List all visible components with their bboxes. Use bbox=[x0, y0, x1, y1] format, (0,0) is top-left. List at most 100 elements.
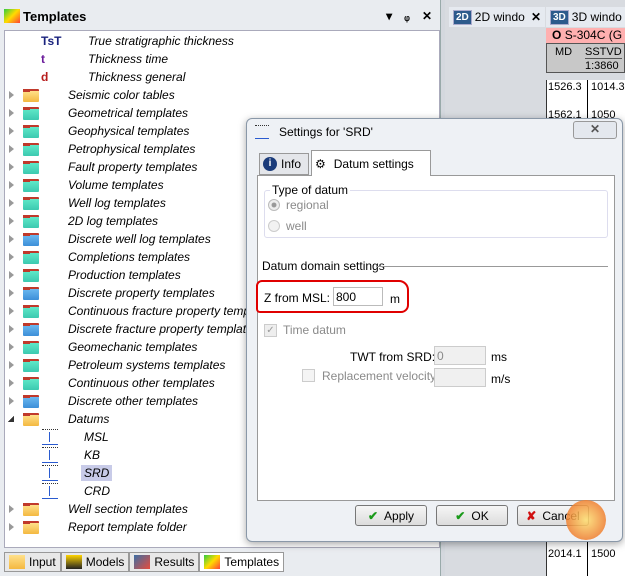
replacement-velocity-checkbox[interactable] bbox=[302, 369, 315, 382]
folder-cyan-icon bbox=[23, 124, 39, 138]
expand-arrow-icon[interactable] bbox=[9, 505, 14, 513]
tree-item-label: Petroleum systems templates bbox=[68, 358, 226, 372]
tree-item-label: Thickness time bbox=[88, 52, 169, 66]
expand-arrow-icon[interactable] bbox=[9, 397, 14, 405]
expand-arrow-icon[interactable] bbox=[9, 379, 14, 387]
datum-icon bbox=[42, 429, 58, 445]
templates-icon bbox=[4, 9, 20, 23]
tree-item-label: Discrete other templates bbox=[68, 394, 199, 408]
folder-cyan-icon bbox=[23, 358, 39, 372]
tree-item-label: Petrophysical templates bbox=[68, 142, 196, 156]
tree-item[interactable]: t Thickness time bbox=[5, 50, 435, 68]
tree-item-label: Production templates bbox=[68, 268, 181, 282]
tab-templates[interactable]: Templates bbox=[199, 552, 285, 572]
tab-results[interactable]: Results bbox=[129, 552, 200, 572]
folder-cyan-icon bbox=[23, 340, 39, 354]
templates-icon bbox=[204, 555, 221, 569]
pin-icon[interactable]: ᵩ bbox=[404, 9, 410, 23]
expand-arrow-icon[interactable] bbox=[9, 271, 14, 279]
dialog-title: Settings for 'SRD' bbox=[279, 125, 373, 139]
close-button[interactable]: ✕ bbox=[573, 121, 617, 139]
tree-item[interactable]: d Thickness general bbox=[5, 68, 435, 86]
folder-cyan-icon bbox=[23, 196, 39, 210]
tree-item[interactable]: Seismic color tables bbox=[5, 86, 435, 104]
expand-arrow-icon[interactable] bbox=[9, 343, 14, 351]
folder-cyan-icon bbox=[23, 214, 39, 228]
tab-models[interactable]: Models bbox=[60, 552, 130, 572]
ok-button[interactable]: ✔ OK bbox=[436, 505, 508, 526]
tree-item-label: Seismic color tables bbox=[68, 88, 175, 102]
tree-item-label: Report template folder bbox=[68, 520, 187, 534]
twt-from-srd-input[interactable] bbox=[434, 346, 486, 365]
divider bbox=[376, 266, 608, 267]
expand-arrow-icon[interactable] bbox=[9, 217, 14, 225]
tree-item-label: KB bbox=[84, 448, 101, 462]
tree-item[interactable]: TsT True stratigraphic thickness bbox=[5, 32, 435, 50]
tree-item-label: Discrete fracture property templates bbox=[68, 322, 259, 336]
expand-arrow-icon[interactable] bbox=[9, 289, 14, 297]
tree-item-label: Well section templates bbox=[68, 502, 188, 516]
folder-cyan-icon bbox=[23, 142, 39, 156]
section-heading: Datum domain settings bbox=[262, 259, 385, 273]
checkmark-icon: ✔ bbox=[455, 508, 466, 523]
dialog-title-bar: Settings for 'SRD' bbox=[255, 125, 373, 139]
tab-3d-window[interactable]: 3D 3D windo bbox=[546, 7, 625, 27]
folder-cyan-icon bbox=[23, 160, 39, 174]
expand-arrow-icon[interactable] bbox=[9, 253, 14, 261]
expand-arrow-icon[interactable] bbox=[9, 325, 14, 333]
folder-cyan-icon bbox=[23, 376, 39, 390]
tree-item-label: 2D log templates bbox=[68, 214, 159, 228]
datum-icon bbox=[42, 447, 58, 463]
tree-item-label: Discrete well log templates bbox=[68, 232, 211, 246]
results-icon bbox=[134, 555, 151, 569]
expand-arrow-icon[interactable] bbox=[9, 127, 14, 135]
expand-arrow-icon[interactable] bbox=[9, 145, 14, 153]
tree-item-label: True stratigraphic thickness bbox=[88, 34, 234, 48]
close-icon[interactable]: ✕ bbox=[422, 9, 432, 23]
tab-datum-settings[interactable]: ⚙ Datum settings bbox=[311, 150, 431, 176]
time-datum-checkbox[interactable]: ✓ Time datum bbox=[264, 323, 346, 337]
folder-yellow-icon bbox=[23, 412, 39, 426]
tree-item-label: Geomechanic templates bbox=[68, 340, 198, 354]
expand-arrow-icon[interactable] bbox=[9, 181, 14, 189]
tree-item-label: Geometrical templates bbox=[68, 106, 189, 120]
tree-item-label: Volume templates bbox=[68, 178, 164, 192]
expand-arrow-icon[interactable] bbox=[9, 361, 14, 369]
replacement-velocity-input[interactable] bbox=[434, 368, 486, 387]
apply-button[interactable]: ✔ Apply bbox=[355, 505, 427, 526]
expand-arrow-icon[interactable] bbox=[8, 416, 14, 422]
tst-icon: TsT bbox=[41, 34, 62, 48]
datum-settings-page: Type of datum regional well Datum domain… bbox=[256, 175, 615, 501]
settings-gear-icon: ⚙ bbox=[315, 156, 326, 171]
expand-arrow-icon[interactable] bbox=[9, 199, 14, 207]
seismic-folder-icon bbox=[23, 88, 39, 102]
expand-arrow-icon[interactable] bbox=[9, 163, 14, 171]
z-from-msl-input[interactable] bbox=[333, 287, 383, 306]
expand-arrow-icon[interactable] bbox=[9, 91, 14, 99]
tree-item-label: CRD bbox=[84, 484, 110, 498]
tab-input[interactable]: Input bbox=[4, 552, 61, 572]
thickness-general-icon: d bbox=[41, 70, 49, 84]
track-header: MD SSTVD 1:3860 bbox=[546, 43, 625, 73]
tree-item-label: Well log templates bbox=[68, 196, 166, 210]
panel-title-bar: Templates ▾ ᵩ ✕ bbox=[4, 4, 438, 28]
expand-arrow-icon[interactable] bbox=[9, 109, 14, 117]
folder-blue-icon bbox=[23, 322, 39, 336]
expand-arrow-icon[interactable] bbox=[9, 523, 14, 531]
tree-item-label: Geophysical templates bbox=[68, 124, 190, 138]
tree-item-label: Datums bbox=[68, 412, 110, 426]
tab-2d-window[interactable]: 2D 2D windo ✕ bbox=[449, 7, 545, 27]
expand-arrow-icon[interactable] bbox=[9, 307, 14, 315]
cross-icon: ✘ bbox=[526, 508, 537, 523]
tree-item-label: Thickness general bbox=[88, 70, 186, 84]
dropdown-icon[interactable]: ▾ bbox=[386, 9, 392, 23]
sun-emoticon-icon bbox=[566, 500, 606, 540]
settings-dialog: Settings for 'SRD' ✕ i Info ⚙ Datum sett… bbox=[246, 118, 623, 542]
folder-yellow-icon bbox=[23, 502, 39, 516]
thickness-time-icon: t bbox=[41, 52, 45, 66]
tab-info[interactable]: i Info bbox=[259, 153, 309, 175]
radio-well[interactable]: well bbox=[268, 219, 307, 233]
expand-arrow-icon[interactable] bbox=[9, 235, 14, 243]
radio-regional[interactable]: regional bbox=[268, 198, 329, 212]
well-header: O S-304C (G bbox=[546, 28, 625, 43]
